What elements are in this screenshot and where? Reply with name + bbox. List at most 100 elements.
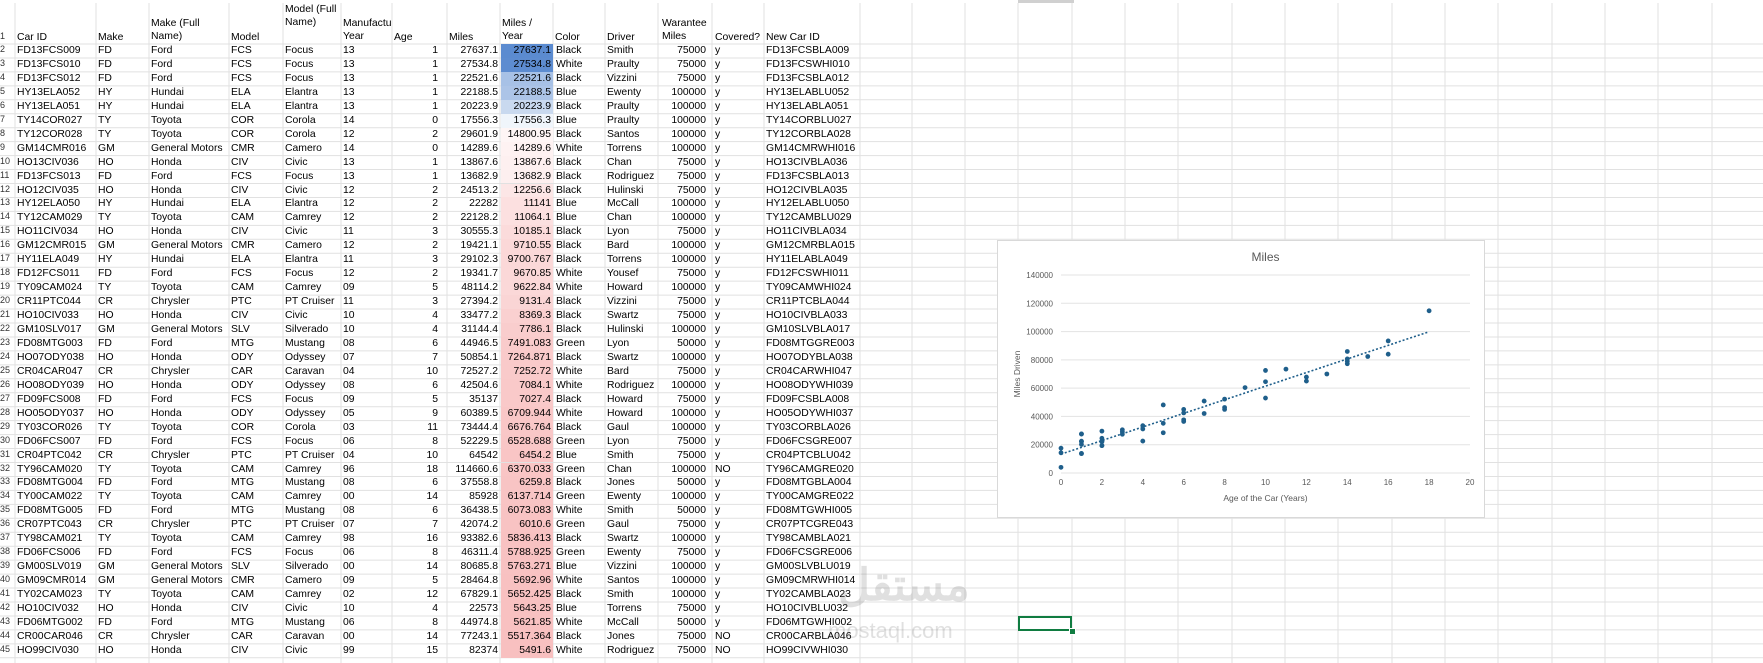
cell-color[interactable]: Black xyxy=(556,253,606,267)
cell-model-full[interactable]: Mustang xyxy=(285,616,341,630)
row-number[interactable]: 38 xyxy=(0,546,14,556)
cell-new-car-id[interactable]: FD08MTGBLA004 xyxy=(766,476,858,490)
cell-new-car-id[interactable]: HO11CIVBLA034 xyxy=(766,225,858,239)
cell-age[interactable]: 11 xyxy=(394,421,438,435)
cell-miles[interactable]: 114660.6 xyxy=(440,463,498,477)
row-number[interactable]: 36 xyxy=(0,518,14,528)
cell-car-id[interactable]: FD13FCS009 xyxy=(17,44,95,58)
row-number[interactable]: 22 xyxy=(0,323,14,333)
cell-model-full[interactable]: Camero xyxy=(285,239,341,253)
cell-make-full[interactable]: Toyota xyxy=(151,532,229,546)
cell-year[interactable]: 03 xyxy=(343,421,391,435)
cell-model[interactable]: FCS xyxy=(231,44,281,58)
cell-covered[interactable]: y xyxy=(715,58,765,72)
cell-year[interactable]: 12 xyxy=(343,211,391,225)
cell-covered[interactable]: y xyxy=(715,588,765,602)
cell-driver[interactable]: Howard xyxy=(607,393,659,407)
cell-model[interactable]: CIV xyxy=(231,602,281,616)
cell-make[interactable]: HO xyxy=(98,602,148,616)
cell-make[interactable]: GM xyxy=(98,574,148,588)
cell-make-full[interactable]: Ford xyxy=(151,616,229,630)
cell-make-full[interactable]: Honda xyxy=(151,351,229,365)
cell-age[interactable]: 14 xyxy=(394,630,438,644)
cell-make[interactable]: FD xyxy=(98,476,148,490)
cell-year[interactable]: 12 xyxy=(343,267,391,281)
cell-color[interactable]: Black xyxy=(556,309,606,323)
cell-year[interactable]: 08 xyxy=(343,337,391,351)
cell-miles-per-year[interactable]: 5788.925 xyxy=(501,546,553,561)
cell-miles-per-year[interactable]: 5652.425 xyxy=(501,588,553,602)
cell-car-id[interactable]: TY96CAM020 xyxy=(17,463,95,477)
row-number[interactable]: 35 xyxy=(0,504,14,514)
cell-covered[interactable]: NO xyxy=(715,644,765,658)
cell-color[interactable]: Blue xyxy=(556,602,606,616)
header-covered[interactable]: Covered? xyxy=(715,31,765,44)
cell-warranty[interactable]: 50000 xyxy=(660,476,710,490)
cell-model[interactable]: MTG xyxy=(231,476,281,490)
cell-make[interactable]: TY xyxy=(98,421,148,435)
cell-car-id[interactable]: FD06FCS007 xyxy=(17,435,95,449)
cell-model[interactable]: CMR xyxy=(231,142,281,156)
row-number[interactable]: 42 xyxy=(0,602,14,612)
cell-make-full[interactable]: Ford xyxy=(151,72,229,86)
cell-model-full[interactable]: Silverado xyxy=(285,560,341,574)
cell-warranty[interactable]: 100000 xyxy=(660,114,710,128)
cell-make-full[interactable]: General Motors xyxy=(151,239,229,253)
cell-model-full[interactable]: Camrey xyxy=(285,211,341,225)
cell-model-full[interactable]: Camrey xyxy=(285,281,341,295)
cell-miles-per-year[interactable]: 12256.6 xyxy=(501,183,553,198)
cell-new-car-id[interactable]: TY03CORBLA026 xyxy=(766,421,858,435)
cell-covered[interactable]: y xyxy=(715,435,765,449)
cell-warranty[interactable]: 75000 xyxy=(660,518,710,532)
cell-car-id[interactable]: GM00SLV019 xyxy=(17,560,95,574)
cell-model[interactable]: FCS xyxy=(231,170,281,184)
row-number[interactable]: 43 xyxy=(0,616,14,626)
cell-model-full[interactable]: Caravan xyxy=(285,630,341,644)
cell-warranty[interactable]: 75000 xyxy=(660,58,710,72)
cell-car-id[interactable]: TY02CAM023 xyxy=(17,588,95,602)
cell-make[interactable]: TY xyxy=(98,128,148,142)
cell-miles-per-year[interactable]: 14800.95 xyxy=(501,127,553,142)
cell-miles-per-year[interactable]: 5517.364 xyxy=(501,629,553,644)
cell-miles-per-year[interactable]: 6454.2 xyxy=(501,448,553,463)
cell-make[interactable]: TY xyxy=(98,281,148,295)
cell-covered[interactable]: y xyxy=(715,239,765,253)
cell-miles-per-year[interactable]: 10185.1 xyxy=(501,225,553,240)
cell-driver[interactable]: Chan xyxy=(607,156,659,170)
cell-driver[interactable]: Lyon xyxy=(607,225,659,239)
cell-driver[interactable]: Santos xyxy=(607,128,659,142)
cell-year[interactable]: 06 xyxy=(343,435,391,449)
cell-warranty[interactable]: 75000 xyxy=(660,267,710,281)
cell-make[interactable]: GM xyxy=(98,560,148,574)
cell-model-full[interactable]: Civic xyxy=(285,309,341,323)
cell-make[interactable]: FD xyxy=(98,393,148,407)
cell-miles[interactable]: 82374 xyxy=(440,644,498,658)
cell-model[interactable]: CAM xyxy=(231,211,281,225)
cell-model-full[interactable]: Silverado xyxy=(285,323,341,337)
cell-warranty[interactable]: 50000 xyxy=(660,337,710,351)
cell-new-car-id[interactable]: FD12FCSWHI011 xyxy=(766,267,858,281)
cell-driver[interactable]: Gaul xyxy=(607,421,659,435)
row-number[interactable]: 31 xyxy=(0,449,14,459)
cell-make[interactable]: GM xyxy=(98,239,148,253)
cell-year[interactable]: 13 xyxy=(343,156,391,170)
cell-miles[interactable]: 73444.4 xyxy=(440,421,498,435)
cell-miles[interactable]: 64542 xyxy=(440,449,498,463)
cell-new-car-id[interactable]: FD08MTGGRE003 xyxy=(766,337,858,351)
row-number[interactable]: 8 xyxy=(0,128,14,138)
cell-model-full[interactable]: PT Cruiser xyxy=(285,295,341,309)
cell-driver[interactable]: Rodriguez xyxy=(607,170,659,184)
cell-age[interactable]: 12 xyxy=(394,588,438,602)
cell-driver[interactable]: Lyon xyxy=(607,337,659,351)
cell-model[interactable]: ELA xyxy=(231,253,281,267)
cell-warranty[interactable]: 100000 xyxy=(660,421,710,435)
cell-make[interactable]: FD xyxy=(98,435,148,449)
cell-age[interactable]: 6 xyxy=(394,504,438,518)
cell-make[interactable]: FD xyxy=(98,44,148,58)
cell-new-car-id[interactable]: HO13CIVBLA036 xyxy=(766,156,858,170)
cell-car-id[interactable]: FD13FCS012 xyxy=(17,72,95,86)
cell-make[interactable]: GM xyxy=(98,323,148,337)
cell-model[interactable]: PTC xyxy=(231,449,281,463)
cell-driver[interactable]: Ewenty xyxy=(607,546,659,560)
cell-color[interactable]: Black xyxy=(556,128,606,142)
